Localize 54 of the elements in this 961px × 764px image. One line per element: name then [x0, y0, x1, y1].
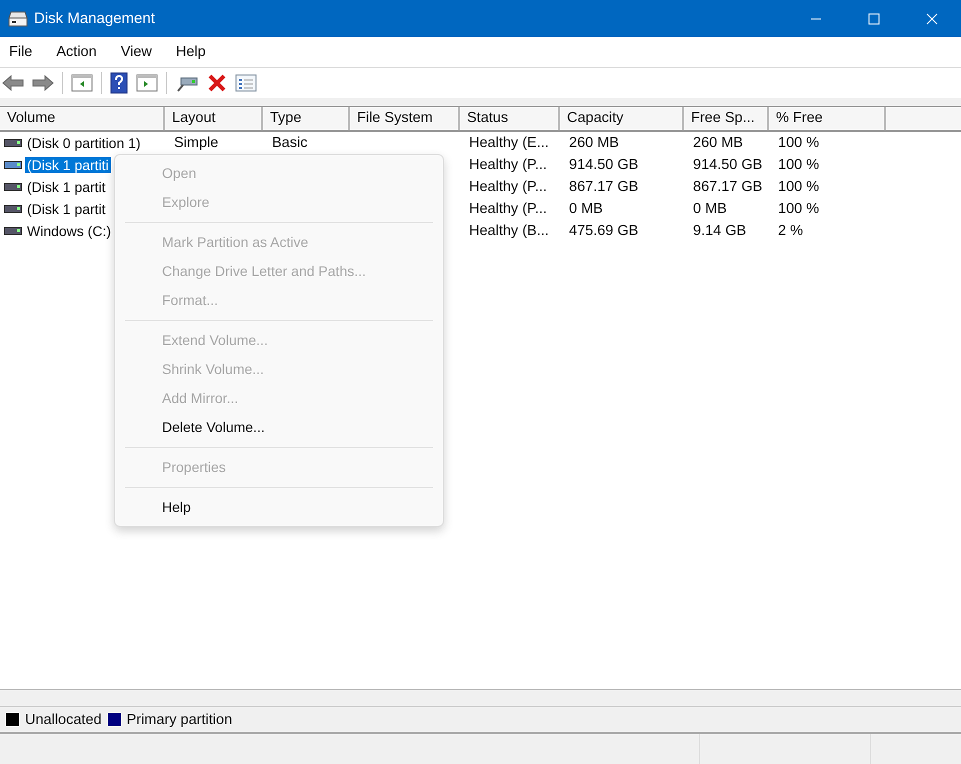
- menu-item[interactable]: Help: [115, 493, 443, 522]
- table-cell: Basic: [272, 135, 308, 151]
- delete-icon[interactable]: [207, 73, 227, 93]
- menu-item[interactable]: Delete Volume...: [115, 413, 443, 442]
- table-cell: Healthy (P...: [469, 157, 547, 173]
- table-cell: 100 %: [778, 135, 820, 151]
- volume-name[interactable]: (Disk 1 partit: [25, 179, 108, 195]
- table-cell: Healthy (P...: [469, 201, 547, 217]
- table-cell: 867.17 GB: [693, 179, 762, 195]
- back-arrow-icon[interactable]: [2, 74, 24, 92]
- properties-icon[interactable]: [235, 73, 257, 93]
- panel-icon[interactable]: [71, 73, 93, 93]
- menu-item[interactable]: Help: [176, 44, 206, 60]
- table-cell: 100 %: [778, 157, 820, 173]
- table-cell: 9.14 GB: [693, 223, 746, 239]
- table-cell: 2 %: [778, 223, 803, 239]
- close-icon[interactable]: [926, 12, 938, 24]
- disk-drive-icon: [8, 10, 28, 28]
- table-cell: Healthy (P...: [469, 179, 547, 195]
- table-cell: 100 %: [778, 179, 820, 195]
- volume-name[interactable]: (Disk 1 partit: [25, 201, 108, 217]
- table-cell: 260 MB: [569, 135, 619, 151]
- table-cell: 0 MB: [693, 201, 727, 217]
- table-cell: 867.17 GB: [569, 179, 638, 195]
- menu-item[interactable]: View: [120, 44, 152, 60]
- table-cell: Healthy (E...: [469, 135, 549, 151]
- menu-item[interactable]: Action: [56, 44, 97, 60]
- menu-item[interactable]: File: [9, 44, 32, 60]
- column-header[interactable]: Capacity: [560, 107, 684, 130]
- column-header[interactable]: Free Sp...: [684, 107, 769, 130]
- table-cell: 914.50 GB: [693, 157, 762, 173]
- volume-name[interactable]: (Disk 0 partition 1): [25, 135, 143, 151]
- window-title: Disk Management: [34, 10, 155, 27]
- help-icon[interactable]: [110, 72, 128, 94]
- panel-icon[interactable]: [136, 73, 158, 93]
- maximize-icon[interactable]: [868, 12, 880, 24]
- legend-label: Unallocated: [25, 712, 102, 728]
- forward-arrow-icon[interactable]: [32, 74, 54, 92]
- volume-name[interactable]: (Disk 1 partiti: [25, 157, 111, 173]
- table-cell: 100 %: [778, 201, 820, 217]
- table-cell: Simple: [174, 135, 218, 151]
- volume-name[interactable]: Windows (C:): [25, 223, 114, 239]
- column-header[interactable]: % Free: [769, 107, 886, 130]
- table-cell: 0 MB: [569, 201, 603, 217]
- table-cell: 914.50 GB: [569, 157, 638, 173]
- column-header[interactable]: Volume: [0, 107, 165, 130]
- table-cell: 260 MB: [693, 135, 743, 151]
- column-header[interactable]: Status: [460, 107, 560, 130]
- table-cell: 475.69 GB: [569, 223, 638, 239]
- column-header[interactable]: File System: [350, 107, 460, 130]
- legend-label: Primary partition: [126, 712, 232, 728]
- table-cell: Healthy (B...: [469, 223, 549, 239]
- column-header[interactable]: Type: [263, 107, 350, 130]
- column-header[interactable]: Layout: [165, 107, 263, 130]
